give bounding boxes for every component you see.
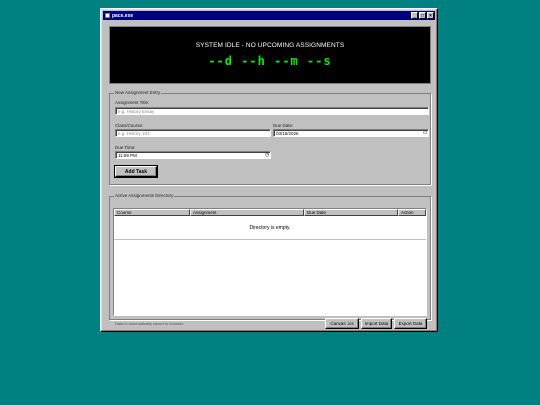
empty-directory-message: Directory is empty. [114,217,426,240]
column-action[interactable]: Action [398,209,426,216]
close-button[interactable]: × [427,12,434,19]
calendar-icon[interactable]: ▭ [422,130,428,136]
due-time-input[interactable]: 11:59 PM ◷ [115,151,271,159]
due-date-input[interactable]: 03/15/2026 ▭ [273,129,429,137]
clock-icon[interactable]: ◷ [264,152,270,158]
autosave-note: Data is automatically saved to browser. [115,321,185,326]
column-course[interactable]: Course [114,209,190,216]
add-task-button[interactable]: Add Task [114,165,158,178]
due-date-label: Due Date: [273,123,294,128]
window-title: pace.exe [112,12,134,19]
due-time-label: Due Time: [115,145,136,150]
table-header: Course Assignment Due Date Action [114,209,426,216]
app-icon [105,13,110,18]
assignments-table: Course Assignment Due Date Action Direct… [113,208,427,316]
column-assignment[interactable]: Assignment [190,209,304,216]
column-due-date[interactable]: Due Date [304,209,398,216]
minimize-button[interactable]: _ [411,12,418,19]
canvas-ics-button[interactable]: Canvas .ics [325,318,359,329]
assignment-title-placeholder: e.g. History Essay [118,108,155,114]
countdown-timer: --d --h --m --s [208,54,332,68]
import-data-button[interactable]: Import Data [361,318,392,329]
status-message: SYSTEM IDLE - NO UPCOMING ASSIGNMENTS [195,42,345,49]
app-window: pace.exe _ □ × SYSTEM IDLE - NO UPCOMING… [100,8,438,332]
countdown-display: SYSTEM IDLE - NO UPCOMING ASSIGNMENTS --… [109,26,431,84]
course-input[interactable]: e.g. History 101 [115,129,271,137]
maximize-button[interactable]: □ [419,12,426,19]
assignment-title-input[interactable]: e.g. History Essay [115,107,429,115]
due-date-value: 03/15/2026 [276,130,299,136]
course-label: Class/Course: [115,123,144,128]
course-placeholder: e.g. History 101 [118,130,150,136]
assignments-directory-legend: Active Assignments Directory [114,193,175,198]
assignment-title-label: Assignment Title: [115,100,150,105]
due-time-value: 11:59 PM [118,152,137,158]
new-assignment-legend: New Assignment Entry [114,90,162,95]
export-data-button[interactable]: Export Data [394,318,427,329]
title-bar[interactable]: pace.exe _ □ × [103,11,435,20]
